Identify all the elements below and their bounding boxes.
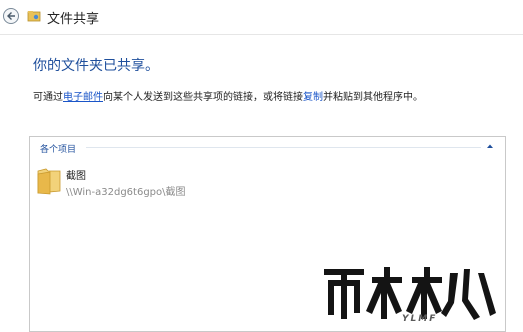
- item-name: 截图: [66, 171, 86, 182]
- copy-link[interactable]: 复制: [303, 92, 323, 103]
- desc-middle: 向某个人发送到这些共享项的链接，或将链接: [103, 92, 303, 103]
- share-description: 可通过电子邮件向某个人发送到这些共享项的链接，或将链接复制并粘贴到其他程序中。: [33, 88, 423, 103]
- chevron-up-icon[interactable]: [483, 139, 497, 153]
- share-folder-icon: [27, 11, 41, 22]
- list-item[interactable]: 截图 \\Win-a32dg6t6gpo\截图: [36, 165, 206, 205]
- watermark-subtext: YLMF: [402, 314, 438, 324]
- title-bar: 文件共享: [0, 0, 523, 35]
- window-title: 文件共享: [47, 12, 100, 27]
- group-divider: [86, 147, 481, 148]
- group-header-label: 各个项目: [40, 145, 77, 155]
- folder-icon: [37, 168, 61, 195]
- back-button[interactable]: [3, 8, 19, 24]
- desc-suffix: 并粘贴到其他程序中。: [323, 92, 423, 103]
- page-heading: 你的文件夹已共享。: [33, 58, 159, 74]
- desc-prefix: 可通过: [33, 92, 63, 103]
- back-arrow-icon: [7, 12, 15, 20]
- item-path: \\Win-a32dg6t6gpo\截图: [66, 187, 186, 198]
- email-link[interactable]: 电子邮件: [63, 92, 103, 103]
